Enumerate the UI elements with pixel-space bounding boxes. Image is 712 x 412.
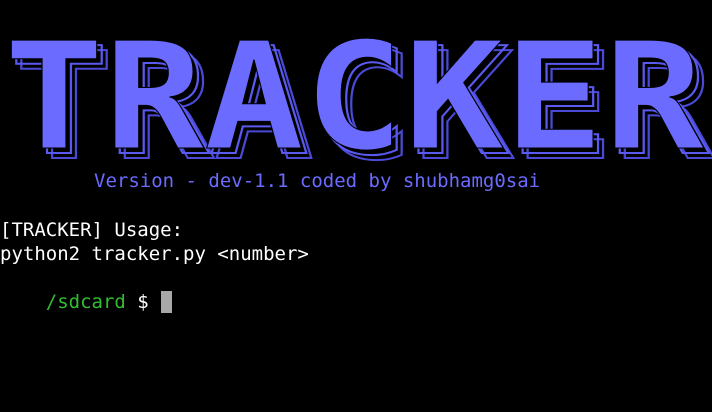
prompt-path: /sdcard	[45, 291, 126, 313]
banner-title: TRACKER	[4, 16, 705, 166]
usage-heading: [TRACKER] Usage:	[0, 219, 184, 241]
text-cursor[interactable]	[160, 291, 172, 313]
version-credit-line: Version - dev-1.1 coded by shubhamg0sai	[94, 170, 541, 192]
terminal-window[interactable]: TRACKER TRACKER TRACKER Version - dev-1.…	[0, 0, 712, 412]
usage-command: python2 tracker.py <number>	[0, 243, 309, 265]
prompt-symbol: $	[137, 291, 149, 313]
shell-prompt[interactable]: /sdcard $	[0, 266, 172, 338]
tracker-ascii-banner: TRACKER TRACKER TRACKER	[4, 16, 712, 166]
